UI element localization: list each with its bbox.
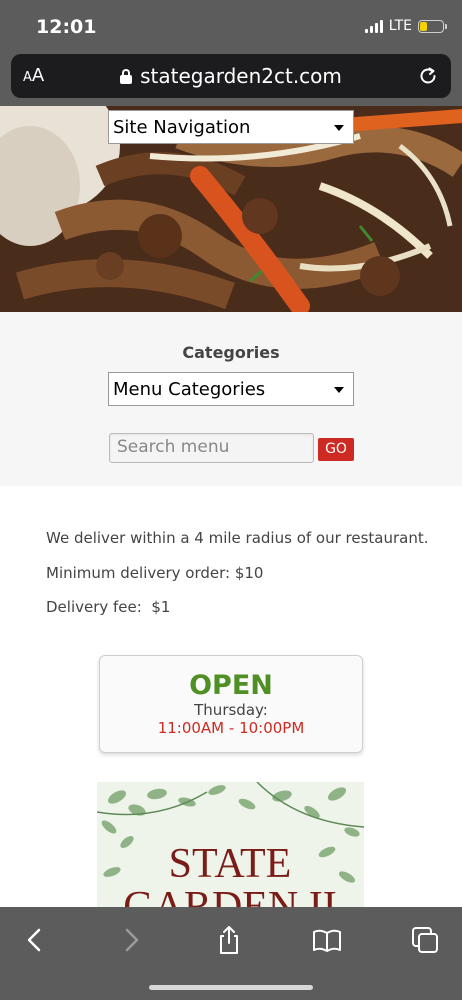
bookmarks-icon[interactable] [312, 925, 342, 955]
search-menu-input[interactable]: Search menu [109, 433, 314, 463]
categories-title: Categories [182, 343, 280, 362]
delivery-fee-text: Delivery fee: $1 [46, 598, 171, 616]
leaf-logo-illustration: STATE GARDEN II [97, 782, 364, 912]
hours-box: OPEN Thursday: 11:00AM - 10:00PM [99, 655, 363, 753]
status-time: 12:01 [36, 16, 97, 38]
lock-icon [120, 69, 133, 84]
chevron-down-icon [334, 125, 344, 131]
site-navigation-value: Site Navigation [113, 117, 251, 138]
minimum-order-text: Minimum delivery order: $10 [46, 564, 264, 582]
browser-address-area: AA stategarden2ct.com [0, 54, 462, 106]
hours-time: 11:00AM - 10:00PM [157, 719, 305, 737]
menu-categories-value: Menu Categories [113, 379, 266, 400]
delivery-radius-text: We deliver within a 4 mile radius of our… [46, 529, 429, 547]
site-navigation-select[interactable]: Site Navigation [108, 110, 354, 144]
url-text: stategarden2ct.com [140, 64, 342, 88]
logo-line-1: STATE [169, 841, 292, 887]
categories-section: Categories Menu Categories Search menu G… [0, 312, 462, 486]
home-indicator[interactable] [149, 985, 313, 990]
hours-day: Thursday: [194, 701, 268, 719]
network-label: LTE [388, 18, 412, 34]
share-icon[interactable] [214, 925, 244, 955]
forward-icon[interactable] [116, 925, 146, 955]
back-icon[interactable] [20, 925, 50, 955]
tabs-icon[interactable] [410, 925, 440, 955]
menu-categories-select[interactable]: Menu Categories [108, 372, 354, 406]
signal-icon [364, 19, 383, 33]
restaurant-logo-image: STATE GARDEN II [97, 782, 364, 912]
chevron-down-icon [334, 387, 344, 393]
url-display[interactable]: stategarden2ct.com [11, 64, 451, 88]
open-status: OPEN [189, 670, 273, 701]
battery-icon [418, 19, 447, 33]
status-bar: 12:01 LTE [0, 0, 462, 54]
search-placeholder: Search menu [117, 437, 230, 457]
status-indicators: LTE [364, 18, 447, 34]
address-bar[interactable]: AA stategarden2ct.com [11, 54, 451, 98]
battery-fill [420, 21, 427, 31]
go-button[interactable]: GO [318, 438, 354, 461]
reload-icon[interactable] [417, 65, 439, 87]
